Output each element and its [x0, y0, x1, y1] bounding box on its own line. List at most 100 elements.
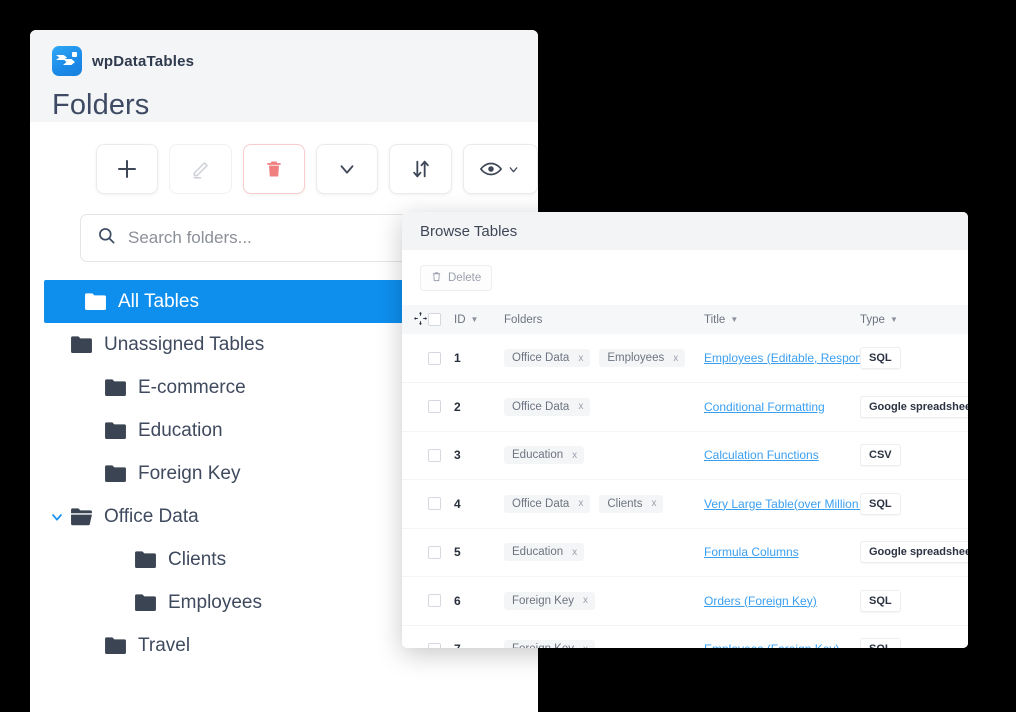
folder-chip-remove-icon[interactable]: x [572, 547, 577, 558]
tree-item-label: Employees [168, 591, 262, 613]
visibility-button[interactable] [462, 144, 538, 194]
tree-item-label: Clients [168, 548, 227, 570]
row-id: 2 [454, 399, 461, 414]
col-header-title[interactable]: Title ▼ [704, 305, 860, 334]
row-checkbox[interactable] [428, 448, 441, 462]
table-title-link[interactable]: Orders (Foreign Key) [704, 594, 817, 608]
folder-chip[interactable]: Foreign Key x [504, 591, 596, 610]
row-type-cell: Google spreadsheet [860, 382, 968, 432]
col-header-folders[interactable]: Folders [504, 305, 704, 334]
folder-icon [104, 464, 127, 483]
folder-chip-remove-icon[interactable]: x [578, 498, 583, 509]
row-title-cell: Employees (Foreign Key) [704, 625, 860, 648]
col-header-type[interactable]: Type ▼ [860, 305, 968, 334]
row-checkbox[interactable] [428, 497, 441, 511]
row-move-cell [402, 382, 428, 432]
table-row[interactable]: 5 Education x Formula Columns Google spreads… [402, 528, 968, 577]
page-title: Folders [52, 89, 150, 121]
row-select-cell [428, 479, 454, 529]
delete-tables-label: Delete [448, 271, 482, 284]
table-title-link[interactable]: Formula Columns [704, 545, 799, 559]
row-title-cell: Calculation Functions [704, 431, 860, 480]
tables-grid-header-row: ID ▼ Folders Title ▼ Type ▼ [402, 305, 968, 334]
collapse-button[interactable] [316, 144, 379, 194]
folder-chip[interactable]: Office Data x [504, 397, 591, 416]
row-folders-cell: Foreign Key x [504, 625, 704, 648]
row-select-cell [428, 431, 454, 480]
table-row[interactable]: 2 Office Data x Conditional Formatting Googl… [402, 382, 968, 432]
folder-icon [104, 378, 127, 397]
folder-chip-remove-icon[interactable]: x [578, 353, 583, 364]
folder-chip-label: Clients [607, 497, 643, 510]
col-header-move [402, 305, 428, 334]
folder-chip[interactable]: Education x [504, 543, 585, 562]
row-id: 4 [454, 496, 461, 511]
folder-icon [70, 335, 93, 354]
row-id: 1 [454, 351, 461, 365]
move-icon[interactable] [414, 311, 427, 328]
col-header-id[interactable]: ID ▼ [454, 305, 504, 334]
folder-chip-remove-icon[interactable]: x [572, 450, 577, 461]
col-header-folders-label: Folders [504, 313, 543, 326]
folder-chip[interactable]: Foreign Key x [504, 640, 596, 648]
folder-chip[interactable]: Employees x [599, 349, 686, 367]
row-folders-cell: Foreign Key x [504, 576, 704, 626]
folder-chip-label: Education [512, 546, 564, 559]
folder-chip-label: Employees [607, 352, 665, 364]
folder-chip[interactable]: Education x [504, 446, 585, 465]
folder-icon [84, 292, 107, 311]
table-row[interactable]: 1 Office Data x Employees x Employees (Editab… [402, 334, 968, 383]
folder-chip-remove-icon[interactable]: x [583, 595, 588, 606]
table-title-link[interactable]: Employees (Foreign Key) [704, 642, 839, 648]
table-type-badge: Google spreadsheet [860, 541, 968, 564]
folder-chip[interactable]: Clients x [599, 494, 664, 513]
row-move-cell [402, 625, 428, 648]
select-all-checkbox[interactable] [428, 313, 441, 326]
folder-chip[interactable]: Office Data x [504, 494, 591, 513]
sort-caret-icon: ▼ [470, 314, 479, 324]
folder-chip-label: Foreign Key [512, 594, 575, 607]
add-folder-button[interactable] [96, 144, 159, 194]
table-row[interactable]: 6 Foreign Key x Orders (Foreign Key) SQL [402, 576, 968, 626]
row-move-cell [402, 576, 428, 626]
folders-card-header: wpDataTables Folders [30, 30, 538, 122]
row-checkbox[interactable] [428, 351, 441, 365]
table-title-link[interactable]: Calculation Functions [704, 448, 819, 462]
folder-chip-remove-icon[interactable]: x [651, 498, 656, 509]
trash-icon [431, 271, 442, 285]
row-checkbox[interactable] [428, 545, 441, 559]
folder-chip-remove-icon[interactable]: x [578, 401, 583, 412]
folder-chip[interactable]: Office Data x [504, 349, 591, 367]
browse-tables-title: Browse Tables [420, 222, 518, 240]
row-checkbox[interactable] [428, 594, 441, 608]
edit-folder-button[interactable] [169, 144, 232, 194]
folder-chip-label: Education [512, 449, 564, 462]
brand: wpDataTables [52, 46, 516, 76]
table-row[interactable]: 3 Education x Calculation Functions CSV [402, 431, 968, 480]
row-select-cell [428, 528, 454, 577]
delete-tables-button[interactable]: Delete [420, 264, 493, 291]
table-title-link[interactable]: Conditional Formatting [704, 400, 825, 414]
table-type-badge: CSV [860, 444, 901, 467]
folder-chip-label: Office Data [512, 352, 570, 364]
row-id: 5 [454, 545, 461, 560]
row-title-cell: Employees (Editable, Responsive) [704, 334, 887, 383]
delete-folder-button[interactable] [242, 144, 306, 194]
row-checkbox[interactable] [428, 642, 441, 648]
sort-caret-icon: ▼ [889, 314, 898, 324]
row-checkbox[interactable] [428, 400, 441, 414]
tables-grid-head: ID ▼ Folders Title ▼ Type ▼ [402, 305, 968, 334]
sort-caret-icon: ▼ [730, 314, 739, 324]
chevron-down-icon[interactable] [44, 509, 70, 525]
folder-chip-remove-icon[interactable]: x [583, 644, 588, 648]
sort-button[interactable] [389, 144, 452, 194]
row-select-cell [428, 382, 454, 432]
table-type-badge: SQL [860, 589, 901, 612]
table-row[interactable]: 7 Foreign Key x Employees (Foreign Key) SQL [402, 625, 968, 648]
row-move-cell [402, 479, 428, 529]
table-type-badge: SQL [860, 638, 901, 648]
table-row[interactable]: 4 Office Data x Clients x Very Large Table(ov… [402, 479, 968, 529]
tree-item-label: Education [138, 419, 223, 441]
folder-open-icon [70, 507, 93, 526]
folder-chip-remove-icon[interactable]: x [673, 353, 678, 364]
